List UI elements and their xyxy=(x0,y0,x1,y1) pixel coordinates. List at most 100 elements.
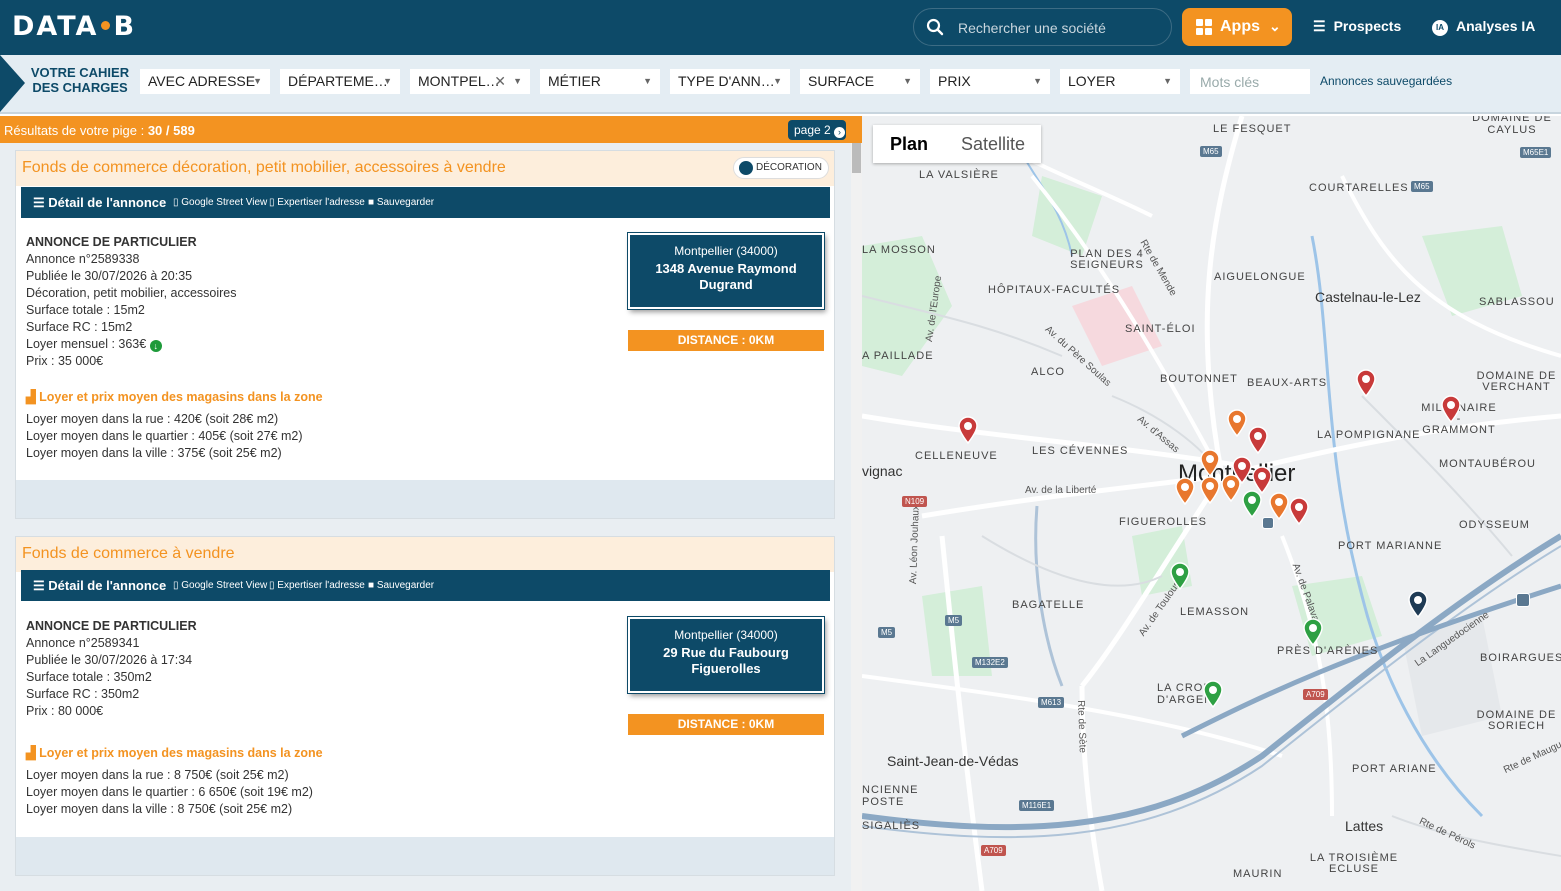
road-shield: A709 xyxy=(1303,689,1328,700)
filter-adresse[interactable]: AVEC ADRESSE ▼ xyxy=(140,69,270,94)
zone-city: Loyer moyen dans la ville : 375€ (soit 2… xyxy=(26,446,282,460)
datab-logo[interactable]: DATA B xyxy=(12,11,136,42)
expertiser-button[interactable]: ▯ Expertiser l'adresse xyxy=(269,580,365,591)
map-label: AIGUELONGUE xyxy=(1214,271,1306,283)
navy-marker-icon[interactable] xyxy=(1408,590,1428,618)
map-label: LEMASSON xyxy=(1180,606,1250,618)
road-label: Av. de la Liberté xyxy=(1025,485,1097,496)
scrollbar-thumb[interactable] xyxy=(852,143,861,173)
map-label: PLAN DES 4 SEIGNEURS xyxy=(1070,248,1144,271)
restaurant-marker-icon[interactable] xyxy=(1441,395,1461,423)
map-label: LA POMPIGNANE xyxy=(1317,429,1421,441)
shop-marker-icon[interactable] xyxy=(1221,474,1241,502)
listing-header: Fonds de commerce à vendre xyxy=(16,537,834,572)
map-label: Lattes xyxy=(1345,818,1384,834)
restaurant-marker-icon[interactable] xyxy=(958,416,978,444)
filter-loyer[interactable]: LOYER ▼ xyxy=(1060,69,1180,94)
bakery-marker-icon[interactable] xyxy=(1200,449,1220,477)
zone-title: ▟ Loyer et prix moyen des magasins dans … xyxy=(26,390,323,404)
keywords-input[interactable] xyxy=(1190,69,1310,94)
road-shield: M5 xyxy=(945,615,963,626)
filter-departement[interactable]: DÉPARTEME… ▼ xyxy=(280,69,400,94)
expertiser-button[interactable]: ▯ Expertiser l'adresse xyxy=(269,197,365,208)
street-view-button[interactable]: ▯ Google Street View xyxy=(173,580,267,591)
road-shield: A709 xyxy=(981,845,1006,856)
detail-button[interactable]: ☰ Détail de l'annonce xyxy=(33,195,166,211)
shop-marker-icon[interactable] xyxy=(1200,476,1220,504)
road-shield: M65 xyxy=(1200,146,1222,157)
listing-rent: Loyer mensuel : 363€ ↓ xyxy=(26,336,237,353)
listing-price: Prix : 80 000€ xyxy=(26,704,104,718)
apps-button[interactable]: Apps ⌄ xyxy=(1182,8,1292,46)
zone-city: Loyer moyen dans la ville : 8 750€ (soit… xyxy=(26,802,293,816)
filter-surface[interactable]: SURFACE ▼ xyxy=(800,69,920,94)
listing-title[interactable]: Fonds de commerce à vendre xyxy=(22,545,235,563)
results-scrollbar[interactable] xyxy=(851,143,862,891)
saved-ads-link[interactable]: Annonces sauvegardées xyxy=(1320,74,1452,88)
filter-metier[interactable]: MÉTIER ▼ xyxy=(540,69,660,94)
company-search[interactable] xyxy=(913,8,1172,46)
map-satellite-button[interactable]: Satellite xyxy=(945,125,1041,163)
prospects-link[interactable]: ☰ Prospects xyxy=(1313,18,1401,35)
accessibility-marker-icon[interactable] xyxy=(1170,562,1190,590)
listing-footer xyxy=(16,480,834,518)
zone-street: Loyer moyen dans la rue : 420€ (soit 28€… xyxy=(26,412,279,426)
map-label: BOIRARGUES xyxy=(1480,652,1561,664)
map-label: PORT ARIANE xyxy=(1352,763,1437,775)
company-search-input[interactable] xyxy=(958,16,1158,40)
transit-station-icon[interactable] xyxy=(1516,593,1530,607)
top-navbar: DATA B Apps ⌄ ☰ Prospects IA Analyses IA xyxy=(0,0,1561,55)
save-button[interactable]: ■ Sauvegarder xyxy=(368,197,434,208)
page-indicator-button[interactable]: page 2 › xyxy=(788,120,846,140)
green-marker-icon[interactable] xyxy=(1203,680,1223,708)
filter-ville[interactable]: MONTPEL… ✕ ▼ xyxy=(410,69,530,94)
map-label: MONTAUBÉROU xyxy=(1439,458,1536,470)
restaurant-marker-icon[interactable] xyxy=(1248,426,1268,454)
save-button[interactable]: ■ Sauvegarder xyxy=(368,580,434,591)
map-label: COURTARELLES xyxy=(1309,182,1409,194)
road-shield: N109 xyxy=(902,496,928,507)
map-label: ODYSSEUM xyxy=(1459,519,1530,531)
listing-number: Annonce n°2589338 xyxy=(26,252,140,266)
arrow-right-icon: › xyxy=(834,127,846,138)
filter-prix[interactable]: PRIX ▼ xyxy=(930,69,1050,94)
shop-marker-icon[interactable] xyxy=(1269,492,1289,520)
address-box[interactable]: Montpellier (34000) 29 Rue du Faubourg F… xyxy=(627,616,825,694)
green-marker-icon[interactable] xyxy=(1303,618,1323,646)
map-label: NCIENNE POSTE xyxy=(862,784,919,808)
shop-marker-icon[interactable] xyxy=(1175,477,1195,505)
analyses-ia-link[interactable]: IA Analyses IA xyxy=(1432,18,1535,36)
map-label: A PAILLADE xyxy=(862,350,934,362)
restaurant-marker-icon[interactable] xyxy=(1356,369,1376,397)
listing-title[interactable]: Fonds de commerce décoration, petit mobi… xyxy=(22,159,506,177)
map-label: HÔPITAUX-FACULTÉS xyxy=(988,284,1121,296)
map-plan-button[interactable]: Plan xyxy=(873,125,945,163)
dropdown-arrow-icon: ▼ xyxy=(903,76,912,86)
map-label: LA VALSIÈRE xyxy=(919,169,999,181)
road-shield: M613 xyxy=(1038,697,1065,708)
dropdown-arrow-icon: ▼ xyxy=(773,76,782,86)
transit-station-icon[interactable] xyxy=(1262,517,1274,529)
clear-icon[interactable]: ✕ xyxy=(494,69,506,94)
listing-card: Fonds de commerce décoration, petit mobi… xyxy=(15,150,835,519)
distance-badge: DISTANCE : 0KM xyxy=(628,330,824,351)
road-shield: M5 xyxy=(878,627,896,638)
map-view[interactable]: Plan Satellite LE FESQUET DOMAINE DE CAY… xyxy=(862,116,1561,891)
address-box[interactable]: Montpellier (34000) 1348 Avenue Raymond … xyxy=(627,232,825,310)
map-label: BEAUX-ARTS xyxy=(1247,377,1328,389)
cahier-des-charges-button[interactable]: VOTRE CAHIER DES CHARGES xyxy=(0,55,135,112)
listing-type: ANNONCE DE PARTICULIER xyxy=(26,619,197,633)
category-tag: DÉCORATION xyxy=(733,157,829,179)
filter-type-annonce[interactable]: TYPE D'ANN… ▼ xyxy=(670,69,790,94)
street-view-button[interactable]: ▯ Google Street View xyxy=(173,197,267,208)
map-label: ALCO xyxy=(1031,366,1065,378)
green-marker-icon[interactable] xyxy=(1242,490,1262,518)
chart-icon: ▟ xyxy=(26,746,36,760)
shop-marker-icon[interactable] xyxy=(1227,409,1247,437)
listing-surface-total: Surface totale : 350m2 xyxy=(26,670,152,684)
detail-button[interactable]: ☰ Détail de l'annonce xyxy=(33,578,166,594)
restaurant-marker-icon[interactable] xyxy=(1289,497,1309,525)
listing-number: Annonce n°2589341 xyxy=(26,636,140,650)
road-shield: M65 xyxy=(1411,181,1433,192)
address-city: Montpellier (34000) xyxy=(674,628,778,642)
